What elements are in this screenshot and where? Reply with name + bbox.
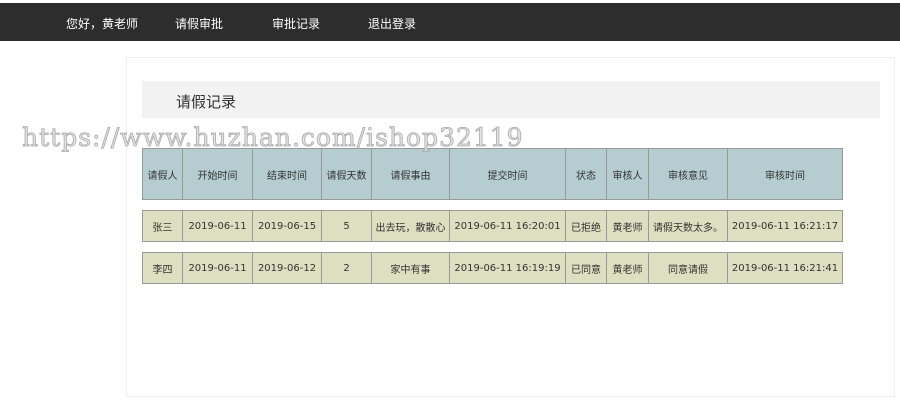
nav-logout[interactable]: 退出登录 bbox=[368, 15, 416, 32]
table-row: 张三 2019-06-11 2019-06-15 5 出去玩，散散心 2019-06-11… bbox=[142, 210, 843, 242]
column-header: 状态 bbox=[565, 148, 607, 200]
header-table: 请假人 开始时间 结束时间 请假天数 请假事由 提交时间 状态 审核人 审核意见 审核时间 bbox=[142, 148, 843, 200]
column-header: 请假天数 bbox=[321, 148, 372, 200]
title-bar: 请假记录 bbox=[142, 81, 880, 118]
table-cell: 2019-06-11 bbox=[182, 210, 253, 242]
table-cell: 李四 bbox=[142, 252, 183, 284]
column-header: 提交时间 bbox=[449, 148, 566, 200]
column-header: 审核时间 bbox=[727, 148, 843, 200]
table-cell: 同意请假 bbox=[648, 252, 728, 284]
nav-leave-approval[interactable]: 请假审批 bbox=[175, 15, 223, 32]
table-cell: 黄老师 bbox=[606, 210, 649, 242]
table-cell: 已同意 bbox=[565, 252, 607, 284]
table-cell: 2019-06-15 bbox=[252, 210, 322, 242]
column-header: 审核人 bbox=[606, 148, 649, 200]
nav-approval-records[interactable]: 审批记录 bbox=[272, 15, 320, 32]
column-header: 开始时间 bbox=[182, 148, 253, 200]
table-cell: 出去玩，散散心 bbox=[371, 210, 450, 242]
table-cell: 黄老师 bbox=[606, 252, 649, 284]
table-cell: 2019-06-11 16:20:01 bbox=[449, 210, 566, 242]
page-title: 请假记录 bbox=[176, 93, 237, 111]
table-cell: 5 bbox=[321, 210, 372, 242]
column-header: 结束时间 bbox=[252, 148, 322, 200]
column-header: 审核意见 bbox=[648, 148, 728, 200]
table-cell: 请假天数太多。 bbox=[648, 210, 728, 242]
table-cell: 已拒绝 bbox=[565, 210, 607, 242]
record-row-table: 李四 2019-06-11 2019-06-12 2 家中有事 2019-06-11 16… bbox=[142, 252, 843, 284]
table-cell: 2019-06-11 bbox=[182, 252, 253, 284]
table-cell: 2 bbox=[321, 252, 372, 284]
table-cell: 家中有事 bbox=[371, 252, 450, 284]
record-row-table: 张三 2019-06-11 2019-06-15 5 出去玩，散散心 2019-06-11… bbox=[142, 210, 843, 242]
table-cell: 2019-06-12 bbox=[252, 252, 322, 284]
column-header: 请假人 bbox=[142, 148, 183, 200]
table-cell: 张三 bbox=[142, 210, 183, 242]
table-cell: 2019-06-11 16:21:17 bbox=[727, 210, 843, 242]
greeting: 您好，黄老师 bbox=[66, 17, 139, 31]
top-nav: 您好，黄老师 请假审批 审批记录 退出登录 bbox=[0, 3, 900, 41]
table-cell: 2019-06-11 16:21:41 bbox=[727, 252, 843, 284]
table-row: 李四 2019-06-11 2019-06-12 2 家中有事 2019-06-11 16… bbox=[142, 252, 843, 284]
table-cell: 2019-06-11 16:19:19 bbox=[449, 252, 566, 284]
column-header: 请假事由 bbox=[371, 148, 450, 200]
